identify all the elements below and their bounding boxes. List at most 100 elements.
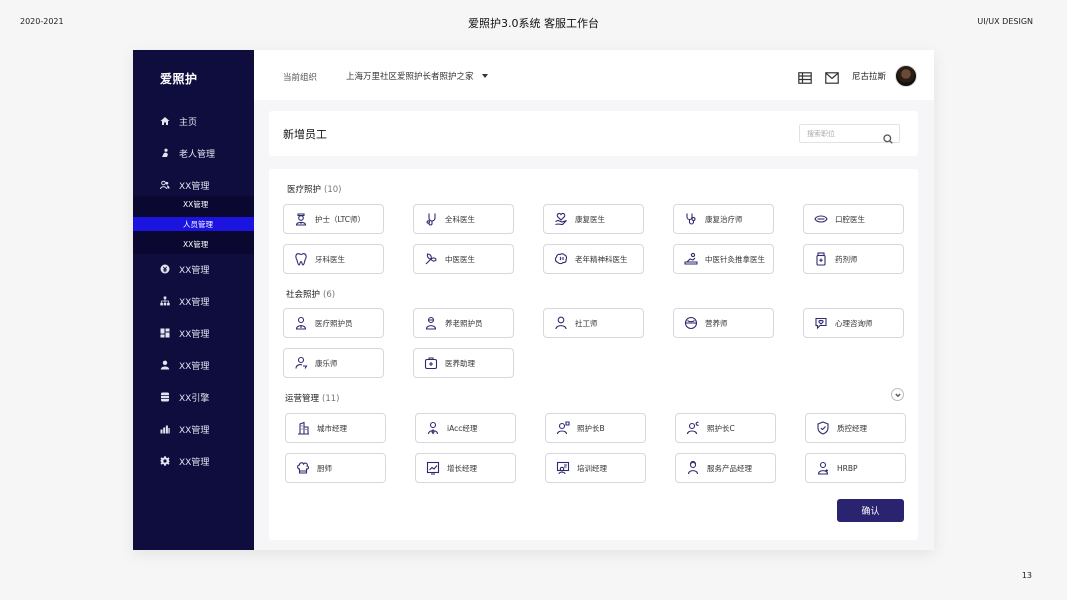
deck-tag: UI/UX DESIGN — [977, 17, 1033, 26]
role-card[interactable]: 照护长C — [675, 413, 776, 443]
section-title-text: 社会照护 — [286, 290, 321, 300]
home-icon — [160, 116, 170, 126]
role-label: 照护长C — [707, 423, 735, 433]
dashboard-icon — [160, 328, 170, 338]
role-card[interactable]: 照护长B — [545, 413, 646, 443]
chef-hat-icon — [296, 461, 310, 475]
service-manager-icon — [686, 461, 700, 475]
sidebar-item-label: 主页 — [179, 117, 198, 128]
avatar[interactable] — [895, 65, 917, 87]
chevron-down-icon — [894, 393, 901, 397]
nurse-icon — [294, 212, 308, 226]
search-input[interactable] — [800, 129, 880, 138]
role-card[interactable]: 康复治疗师 — [673, 204, 774, 234]
role-label: 增长经理 — [447, 463, 477, 473]
section-title-text: 运营管理 — [285, 394, 320, 404]
gear-icon — [160, 456, 170, 466]
org-dropdown[interactable]: 上海万里社区爱照护长者照护之家 — [346, 70, 488, 82]
role-card[interactable]: 口腔医生 — [803, 204, 904, 234]
account-manager-icon — [426, 421, 440, 435]
role-card[interactable]: 心理咨询师 — [803, 308, 904, 338]
role-card[interactable]: 医养助理 — [413, 348, 514, 378]
role-card[interactable]: 厨师 — [285, 453, 386, 483]
role-card[interactable]: 城市经理 — [285, 413, 386, 443]
hr-icon — [816, 461, 830, 475]
section-count: (10) — [324, 185, 342, 195]
section-count: (11) — [322, 394, 340, 404]
collapse-toggle[interactable] — [891, 388, 904, 401]
role-card[interactable]: 社工师 — [543, 308, 644, 338]
role-card[interactable]: 康复医生 — [543, 204, 644, 234]
submenu-item-staff-management[interactable]: 人员管理 — [133, 217, 254, 231]
role-card[interactable]: 增长经理 — [415, 453, 516, 483]
user-name[interactable]: 尼古拉斯 — [852, 70, 886, 82]
role-label: 质控经理 — [837, 423, 867, 433]
role-card[interactable]: iAcc经理 — [415, 413, 516, 443]
submenu-item[interactable]: XX管理 — [133, 237, 254, 251]
role-card[interactable]: 中医针灸推拿医生 — [673, 244, 774, 274]
role-label: 牙科医生 — [315, 254, 345, 264]
section-title-operations: 运营管理 (11) — [285, 392, 339, 404]
sidebar-item-home[interactable]: 主页 — [133, 109, 254, 133]
stethoscope-icon — [684, 212, 698, 226]
sidebar-item-finance[interactable]: XX管理 — [133, 257, 254, 281]
role-card[interactable]: 中医医生 — [413, 244, 514, 274]
heart-hand-icon — [554, 212, 568, 226]
sidebar-item-dashboard[interactable]: XX管理 — [133, 321, 254, 345]
role-label: 康复治疗师 — [705, 214, 743, 224]
section-count: (6) — [323, 290, 336, 300]
sidebar-item-label: XX管理 — [179, 297, 210, 308]
confirm-button[interactable]: 确认 — [837, 499, 904, 522]
role-card[interactable]: 养老照护员 — [413, 308, 514, 338]
mail-icon[interactable] — [825, 69, 839, 84]
sidebar: 爱照护 主页 老人管理 XX管理 XX管理 人员管理 XX管理 XX管理 XX管… — [133, 50, 254, 550]
role-card[interactable]: HRBP — [805, 453, 906, 483]
app-logo: 爱照护 — [160, 72, 198, 86]
sidebar-item-label: XX管理 — [179, 265, 210, 276]
table-view-icon[interactable] — [798, 69, 812, 84]
role-card[interactable]: 全科医生 — [413, 204, 514, 234]
submenu-item[interactable]: XX管理 — [133, 197, 254, 211]
app-window: 爱照护 主页 老人管理 XX管理 XX管理 人员管理 XX管理 XX管理 XX管… — [133, 50, 934, 550]
role-card[interactable]: 护士（LTC师） — [283, 204, 384, 234]
role-card[interactable]: 药剂师 — [803, 244, 904, 274]
sidebar-item-person[interactable]: XX管理 — [133, 353, 254, 377]
role-card[interactable]: 牙科医生 — [283, 244, 384, 274]
role-card[interactable]: 质控经理 — [805, 413, 906, 443]
herb-icon — [424, 252, 438, 266]
brain-icon — [554, 252, 568, 266]
submenu: XX管理 人员管理 XX管理 — [133, 196, 254, 254]
section-title-medical: 医疗照护 (10) — [287, 183, 341, 195]
sidebar-item-label: XX管理 — [179, 361, 210, 372]
role-label: 医养助理 — [445, 358, 475, 368]
sidebar-item-staff-group[interactable]: XX管理 — [133, 173, 254, 197]
top-bar: 当前组织 上海万里社区爱照护长者照护之家 尼古拉斯 — [254, 50, 934, 100]
org-dropdown-value: 上海万里社区爱照护长者照护之家 — [346, 72, 474, 82]
role-card[interactable]: 营养师 — [673, 308, 774, 338]
nutrition-icon — [684, 316, 698, 330]
role-card[interactable]: 老年精神科医生 — [543, 244, 644, 274]
role-card[interactable]: 培训经理 — [545, 453, 646, 483]
org-label: 当前组织 — [283, 73, 318, 83]
sidebar-item-statistics[interactable]: XX管理 — [133, 417, 254, 441]
sidebar-item-elders[interactable]: 老人管理 — [133, 141, 254, 165]
role-card[interactable]: 医疗照护员 — [283, 308, 384, 338]
role-label: 社工师 — [575, 318, 598, 328]
role-label: 中医针灸推拿医生 — [705, 254, 765, 264]
sidebar-item-settings[interactable]: XX管理 — [133, 449, 254, 473]
role-card[interactable]: 康乐师 — [283, 348, 384, 378]
medical-kit-icon — [424, 356, 438, 370]
elder-caregiver-icon — [424, 316, 438, 330]
doctor-icon — [424, 212, 438, 226]
sidebar-item-engine[interactable]: XX引擎 — [133, 385, 254, 409]
recreation-icon — [294, 356, 308, 370]
sidebar-item-label: 老人管理 — [179, 149, 216, 160]
head-nurse-c-icon — [686, 421, 700, 435]
role-label: 城市经理 — [317, 423, 347, 433]
sidebar-item-organization[interactable]: XX管理 — [133, 289, 254, 313]
search-icon[interactable] — [883, 129, 893, 144]
role-label: 心理咨询师 — [835, 318, 873, 328]
page-title: 新增员工 — [283, 128, 327, 141]
section-title-text: 医疗照护 — [287, 185, 322, 195]
role-card[interactable]: 服务产品经理 — [675, 453, 776, 483]
